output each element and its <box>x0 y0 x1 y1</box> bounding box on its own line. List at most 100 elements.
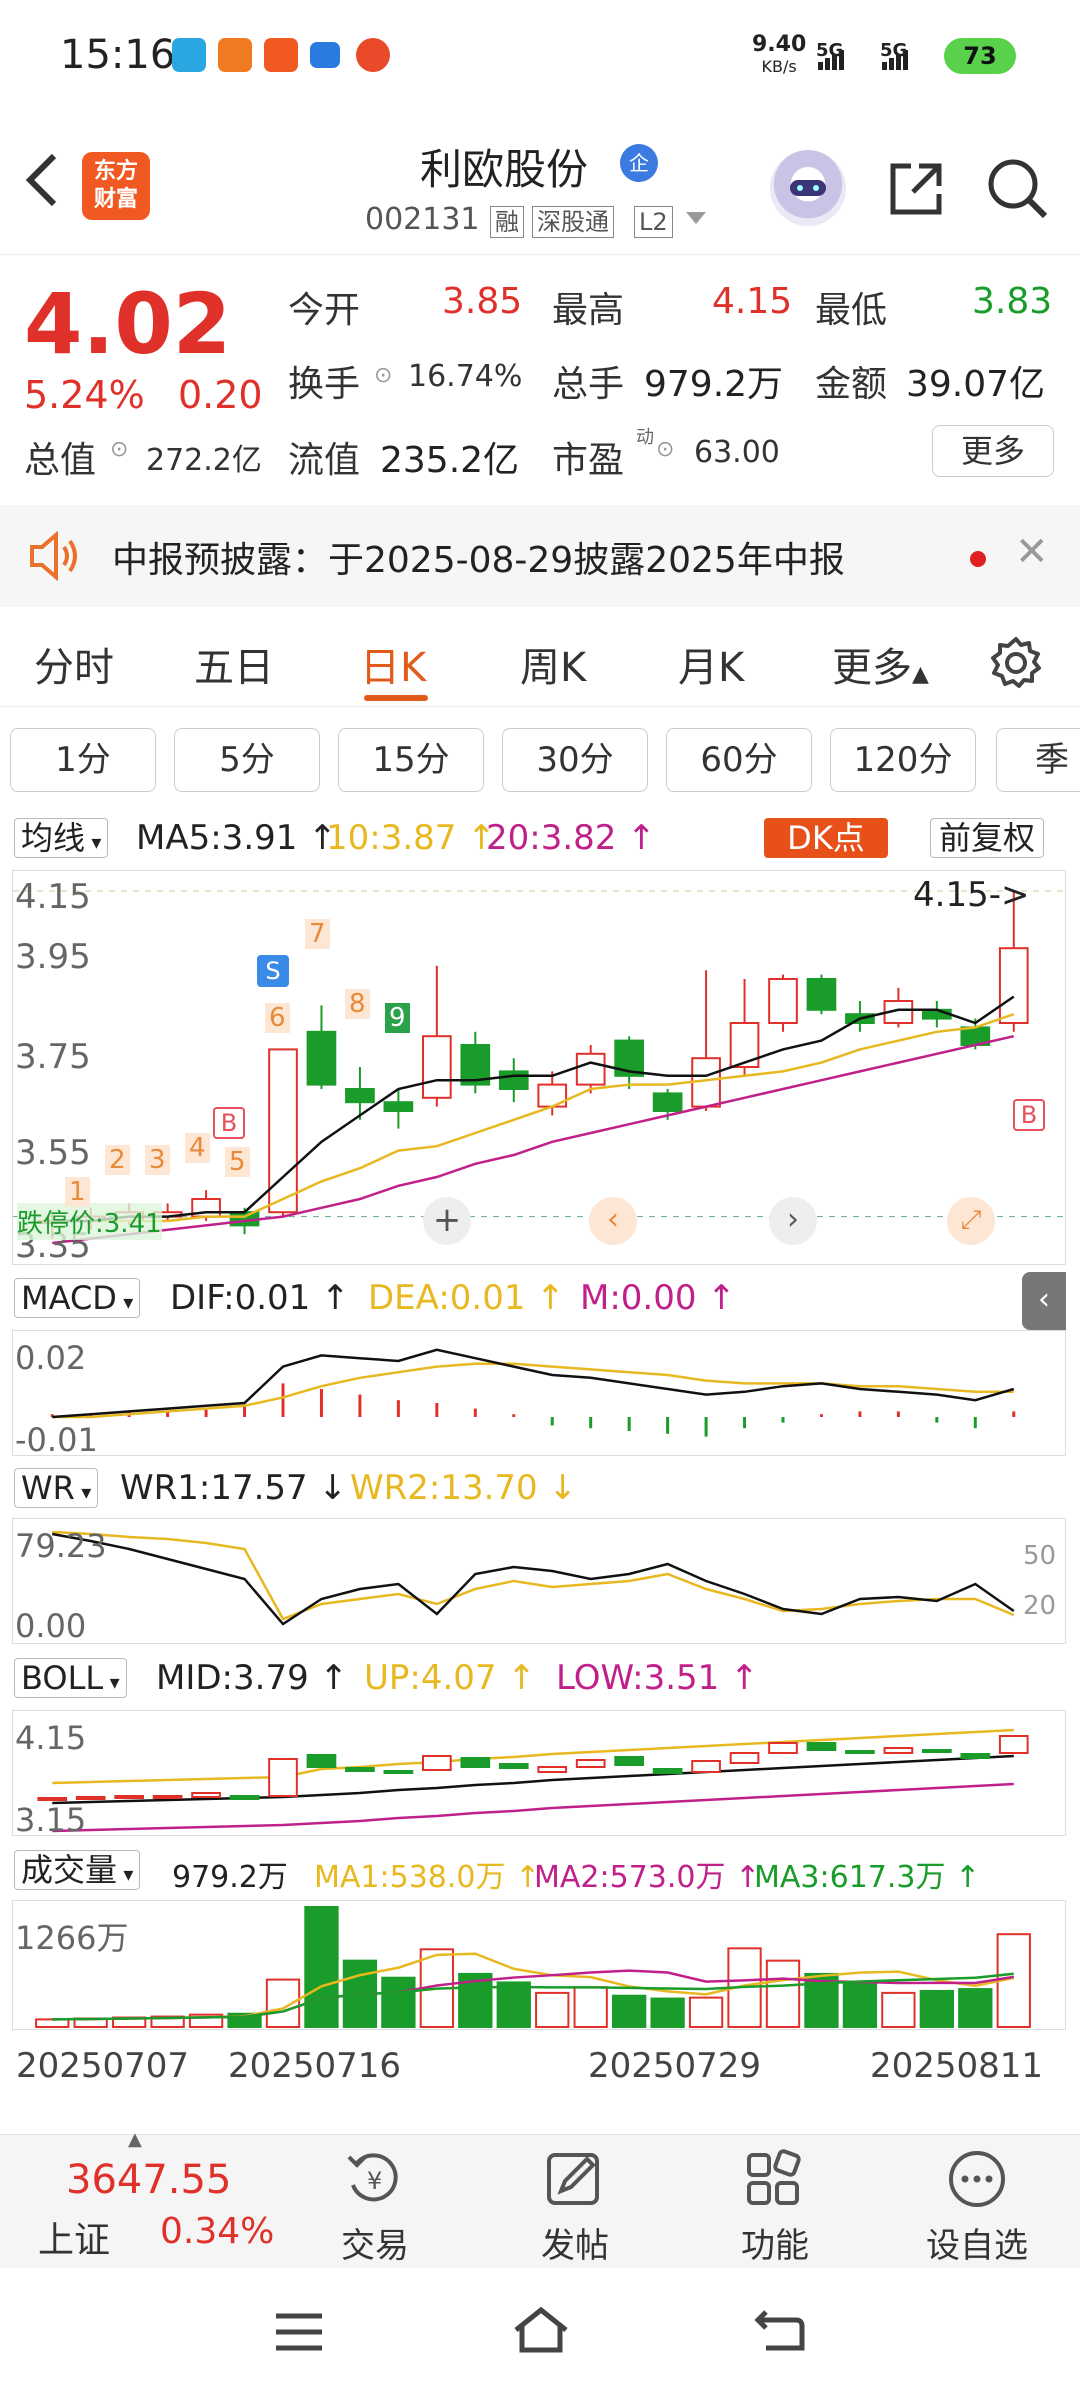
candle <box>345 1088 375 1104</box>
back-button[interactable] <box>22 150 62 224</box>
close-icon[interactable]: ✕ <box>1015 529 1049 575</box>
period-5min-button[interactable]: 5分 <box>174 728 320 792</box>
volume-bar <box>381 1976 416 2028</box>
boll-low-line <box>52 1782 1014 1833</box>
system-nav-bar <box>0 2268 1080 2400</box>
net-speed: 9.40 KB/s <box>752 32 807 77</box>
panel-collapse-button[interactable]: ‹ <box>1022 1272 1066 1330</box>
y-label: 79.23 <box>15 1527 107 1565</box>
stock-header: 东方 财富 利欧股份 企 002131 融 深股通 L2 <box>0 120 1080 255</box>
candle <box>806 978 837 1011</box>
wr-chart[interactable]: 79.23 0.00 50 20 <box>12 1518 1066 1645</box>
caret-down-icon[interactable] <box>684 208 708 232</box>
settings-gear-icon[interactable] <box>988 635 1044 695</box>
tab-monthly-k[interactable]: 月K <box>678 635 744 693</box>
more-quote-button[interactable]: 更多 <box>932 425 1054 477</box>
volume-selector[interactable]: 成交量 ▾ <box>14 1850 141 1890</box>
chevron-left-icon[interactable]: ‹ <box>589 1197 637 1245</box>
unread-dot <box>970 551 986 567</box>
period-tabs: 分时 五日 日K 周K 月K 更多▲ <box>0 607 1080 707</box>
period-60min-button[interactable]: 60分 <box>666 728 812 792</box>
adjust-selector[interactable]: 前复权 <box>930 818 1045 858</box>
period-30min-button[interactable]: 30分 <box>502 728 648 792</box>
home-icon[interactable] <box>510 2304 572 2360</box>
status-bar: 15:16 9.40 KB/s 5G 5G 73 <box>0 0 1080 120</box>
kline-svg[interactable] <box>13 871 1065 1264</box>
volume-value: 979.2万 <box>644 364 784 405</box>
sequence-label: 8 <box>345 989 370 1019</box>
info-icon[interactable]: ⊙ <box>110 437 128 462</box>
pe-value: 63.00 <box>694 435 780 470</box>
dk-point-button[interactable]: DK点 <box>764 818 888 858</box>
period-quarter-button[interactable]: 季 <box>996 728 1080 792</box>
y-label: 0.02 <box>15 1339 87 1377</box>
nav-add-watchlist[interactable]: 设自选 <box>912 2149 1042 2267</box>
boll-candle <box>806 1742 837 1751</box>
volume-bar <box>496 1981 531 2028</box>
tab-weekly-k[interactable]: 周K <box>520 635 586 693</box>
boll-selector[interactable]: BOLL ▾ <box>14 1658 127 1698</box>
info-icon[interactable]: ⊙ <box>656 437 674 462</box>
nav-trade[interactable]: ¥ 交易 <box>310 2149 440 2267</box>
more-dots-icon <box>949 2151 1005 2207</box>
boll-candle <box>152 1795 183 1799</box>
caret-up-icon[interactable]: ▲ <box>128 2129 142 2150</box>
date-label: 20250716 <box>228 2046 402 2086</box>
nav-post[interactable]: 发帖 <box>510 2149 640 2267</box>
sequence-label: 3 <box>145 1145 170 1175</box>
boll-candle <box>383 1770 414 1774</box>
period-1min-button[interactable]: 1分 <box>10 728 156 792</box>
vol-ma1-value: MA1:538.0万 ↑ <box>314 1860 541 1895</box>
amount-label: 金额 <box>815 364 888 405</box>
tab-more[interactable]: 更多▲ <box>832 635 929 693</box>
volume-bar <box>535 1991 570 2028</box>
tab-intraday[interactable]: 分时 <box>34 635 114 693</box>
candle <box>998 947 1029 1024</box>
open-label: 今开 <box>288 290 361 331</box>
y-label: 1266万 <box>15 1919 129 1957</box>
y-label: 3.75 <box>15 1037 91 1077</box>
candle <box>498 1070 529 1090</box>
notice-banner[interactable]: 中报预披露：于2025-08-29披露2025年中报 ✕ <box>0 505 1080 607</box>
index-change[interactable]: 0.34% <box>160 2211 274 2252</box>
ma-selector[interactable]: 均线 ▾ <box>14 818 109 858</box>
high-label: 最高 <box>552 290 625 331</box>
app-logo[interactable]: 东方 财富 <box>82 152 150 220</box>
back-nav-icon[interactable] <box>752 2306 806 2358</box>
app-notification-icon <box>264 38 298 72</box>
change-amount: 0.20 <box>178 373 263 417</box>
volume-bar <box>304 1906 339 2028</box>
high-value: 4.15 <box>712 281 793 322</box>
index-name[interactable]: 上证 <box>38 2211 110 2263</box>
nav-function[interactable]: 功能 <box>710 2149 840 2267</box>
volume-legend-row: 成交量 ▾ 979.2万 MA1:538.0万 ↑ MA2:573.0万 ↑ M… <box>0 1844 1080 1895</box>
info-icon[interactable]: ⊙ <box>374 363 392 388</box>
boll-candle <box>768 1742 798 1754</box>
menu-icon[interactable] <box>272 2310 326 2358</box>
boll-candle <box>691 1760 721 1773</box>
boll-chart[interactable]: 4.15 3.15 <box>12 1710 1066 1839</box>
open-value: 3.85 <box>442 281 523 322</box>
volume-chart[interactable]: 1266万 <box>12 1900 1066 2030</box>
ma5-line <box>52 995 1015 1223</box>
macd-m-value: M:0.00 ↑ <box>580 1278 736 1318</box>
macd-selector[interactable]: MACD ▾ <box>14 1278 141 1318</box>
dif-line <box>52 1348 1015 1419</box>
tab-daily-k[interactable]: 日K <box>360 635 426 693</box>
wr-selector[interactable]: WR ▾ <box>14 1468 99 1508</box>
crosshair-icon[interactable]: + <box>423 1197 471 1245</box>
chevron-right-icon[interactable]: › <box>769 1197 817 1245</box>
index-value[interactable]: 3647.55 <box>66 2157 231 2203</box>
search-icon[interactable] <box>985 156 1049 224</box>
period-120min-button[interactable]: 120分 <box>830 728 976 792</box>
boll-candle <box>422 1755 452 1771</box>
macd-chart[interactable]: 0.02 -0.01 <box>12 1330 1066 1459</box>
expand-icon[interactable]: ⤢ <box>947 1197 995 1245</box>
pe-dynamic-mark: 动 <box>636 427 654 448</box>
assistant-robot-icon[interactable] <box>770 150 846 226</box>
period-15min-button[interactable]: 15分 <box>338 728 484 792</box>
kline-chart[interactable]: 4.15 3.95 3.75 3.55 3.35 4.15-> 跌停价:3.41… <box>12 870 1066 1266</box>
tab-five-day[interactable]: 五日 <box>194 635 274 693</box>
volume-value: 979.2万 <box>172 1860 288 1895</box>
share-icon[interactable] <box>885 158 947 224</box>
